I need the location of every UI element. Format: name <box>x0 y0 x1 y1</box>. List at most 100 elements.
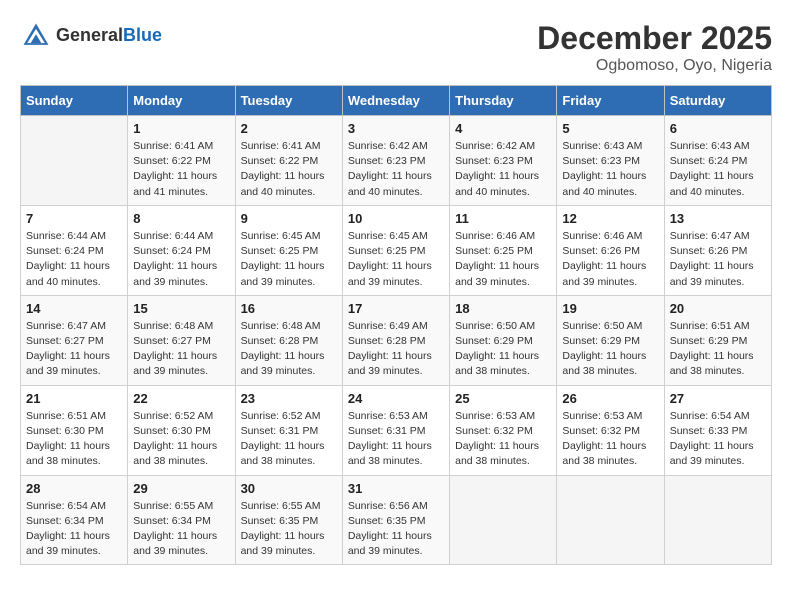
week-row-5: 28 Sunrise: 6:54 AM Sunset: 6:34 PM Dayli… <box>21 475 772 565</box>
day-number: 11 <box>455 211 551 226</box>
cell-info: Sunrise: 6:43 AM Sunset: 6:24 PM Dayligh… <box>670 139 766 200</box>
cell-info: Sunrise: 6:45 AM Sunset: 6:25 PM Dayligh… <box>348 229 444 290</box>
cell-info: Sunrise: 6:41 AM Sunset: 6:22 PM Dayligh… <box>241 139 337 200</box>
calendar-cell: 31Sunrise: 6:56 AM Sunset: 6:35 PM Dayli… <box>342 475 449 565</box>
cell-info: Sunrise: 6:54 AM Sunset: 6:33 PM Dayligh… <box>670 409 766 470</box>
day-number: 18 <box>455 301 551 316</box>
day-number: 5 <box>562 121 658 136</box>
location: Ogbomoso, Oyo, Nigeria <box>537 57 772 75</box>
cell-info: Sunrise: 6:52 AM Sunset: 6:31 PM Dayligh… <box>241 409 337 470</box>
calendar-cell: 11 Sunrise: 6:46 AM Sunset: 6:25 PM Dayli… <box>450 205 557 295</box>
calendar-cell: 19 Sunrise: 6:50 AM Sunset: 6:29 PM Dayli… <box>557 295 664 385</box>
week-row-4: 21 Sunrise: 6:51 AM Sunset: 6:30 PM Dayli… <box>21 385 772 475</box>
cell-info: Sunrise: 6:42 AM Sunset: 6:23 PM Dayligh… <box>455 139 551 200</box>
calendar-cell: 25 Sunrise: 6:53 AM Sunset: 6:32 PM Dayli… <box>450 385 557 475</box>
day-number: 23 <box>241 391 337 406</box>
page-header: GeneralBlue December 2025 Ogbomoso, Oyo,… <box>20 20 772 75</box>
logo-text: GeneralBlue <box>56 26 162 46</box>
calendar-cell: 10 Sunrise: 6:45 AM Sunset: 6:25 PM Dayli… <box>342 205 449 295</box>
day-number: 30 <box>241 481 337 496</box>
calendar-cell: 28 Sunrise: 6:54 AM Sunset: 6:34 PM Dayli… <box>21 475 128 565</box>
calendar-cell: 20Sunrise: 6:51 AM Sunset: 6:29 PM Dayli… <box>664 295 771 385</box>
day-number: 3 <box>348 121 444 136</box>
calendar-cell: 18 Sunrise: 6:50 AM Sunset: 6:29 PM Dayli… <box>450 295 557 385</box>
day-number: 27 <box>670 391 766 406</box>
calendar-cell: 24Sunrise: 6:53 AM Sunset: 6:31 PM Dayli… <box>342 385 449 475</box>
calendar-cell: 29Sunrise: 6:55 AM Sunset: 6:34 PM Dayli… <box>128 475 235 565</box>
calendar-cell: 2Sunrise: 6:41 AM Sunset: 6:22 PM Daylig… <box>235 116 342 206</box>
calendar-cell: 23 Sunrise: 6:52 AM Sunset: 6:31 PM Dayli… <box>235 385 342 475</box>
calendar-cell: 27 Sunrise: 6:54 AM Sunset: 6:33 PM Dayli… <box>664 385 771 475</box>
header-row: SundayMondayTuesdayWednesdayThursdayFrid… <box>21 86 772 116</box>
logo-blue: Blue <box>123 25 162 45</box>
cell-info: Sunrise: 6:41 AM Sunset: 6:22 PM Dayligh… <box>133 139 229 200</box>
calendar-cell: 30 Sunrise: 6:55 AM Sunset: 6:35 PM Dayli… <box>235 475 342 565</box>
cell-info: Sunrise: 6:53 AM Sunset: 6:32 PM Dayligh… <box>455 409 551 470</box>
day-number: 29 <box>133 481 229 496</box>
cell-info: Sunrise: 6:47 AM Sunset: 6:27 PM Dayligh… <box>26 319 122 380</box>
calendar-cell: 15 Sunrise: 6:48 AM Sunset: 6:27 PM Dayli… <box>128 295 235 385</box>
cell-info: Sunrise: 6:54 AM Sunset: 6:34 PM Dayligh… <box>26 499 122 560</box>
cell-info: Sunrise: 6:43 AM Sunset: 6:23 PM Dayligh… <box>562 139 658 200</box>
day-number: 8 <box>133 211 229 226</box>
cell-info: Sunrise: 6:47 AM Sunset: 6:26 PM Dayligh… <box>670 229 766 290</box>
day-number: 28 <box>26 481 122 496</box>
calendar-cell: 5 Sunrise: 6:43 AM Sunset: 6:23 PM Daylig… <box>557 116 664 206</box>
cell-info: Sunrise: 6:53 AM Sunset: 6:31 PM Dayligh… <box>348 409 444 470</box>
day-number: 4 <box>455 121 551 136</box>
day-number: 14 <box>26 301 122 316</box>
cell-info: Sunrise: 6:51 AM Sunset: 6:30 PM Dayligh… <box>26 409 122 470</box>
calendar-cell: 16Sunrise: 6:48 AM Sunset: 6:28 PM Dayli… <box>235 295 342 385</box>
day-number: 12 <box>562 211 658 226</box>
day-number: 25 <box>455 391 551 406</box>
calendar-cell: 22Sunrise: 6:52 AM Sunset: 6:30 PM Dayli… <box>128 385 235 475</box>
week-row-3: 14 Sunrise: 6:47 AM Sunset: 6:27 PM Dayli… <box>21 295 772 385</box>
cell-info: Sunrise: 6:49 AM Sunset: 6:28 PM Dayligh… <box>348 319 444 380</box>
calendar-table: SundayMondayTuesdayWednesdayThursdayFrid… <box>20 85 772 565</box>
day-number: 9 <box>241 211 337 226</box>
cell-info: Sunrise: 6:46 AM Sunset: 6:25 PM Dayligh… <box>455 229 551 290</box>
cell-info: Sunrise: 6:50 AM Sunset: 6:29 PM Dayligh… <box>455 319 551 380</box>
cell-info: Sunrise: 6:56 AM Sunset: 6:35 PM Dayligh… <box>348 499 444 560</box>
day-number: 13 <box>670 211 766 226</box>
calendar-cell: 26 Sunrise: 6:53 AM Sunset: 6:32 PM Dayli… <box>557 385 664 475</box>
day-number: 7 <box>26 211 122 226</box>
title-block: December 2025 Ogbomoso, Oyo, Nigeria <box>537 20 772 75</box>
logo: GeneralBlue <box>20 20 162 52</box>
calendar-cell: 17 Sunrise: 6:49 AM Sunset: 6:28 PM Dayli… <box>342 295 449 385</box>
header-sunday: Sunday <box>21 86 128 116</box>
calendar-cell: 21 Sunrise: 6:51 AM Sunset: 6:30 PM Dayli… <box>21 385 128 475</box>
day-number: 17 <box>348 301 444 316</box>
day-number: 21 <box>26 391 122 406</box>
day-number: 19 <box>562 301 658 316</box>
calendar-cell: 7 Sunrise: 6:44 AM Sunset: 6:24 PM Daylig… <box>21 205 128 295</box>
cell-info: Sunrise: 6:48 AM Sunset: 6:27 PM Dayligh… <box>133 319 229 380</box>
calendar-cell <box>21 116 128 206</box>
calendar-cell: 12Sunrise: 6:46 AM Sunset: 6:26 PM Dayli… <box>557 205 664 295</box>
cell-info: Sunrise: 6:50 AM Sunset: 6:29 PM Dayligh… <box>562 319 658 380</box>
month-year: December 2025 <box>537 20 772 57</box>
day-number: 20 <box>670 301 766 316</box>
day-number: 10 <box>348 211 444 226</box>
cell-info: Sunrise: 6:48 AM Sunset: 6:28 PM Dayligh… <box>241 319 337 380</box>
header-friday: Friday <box>557 86 664 116</box>
calendar-cell <box>664 475 771 565</box>
day-number: 1 <box>133 121 229 136</box>
cell-info: Sunrise: 6:53 AM Sunset: 6:32 PM Dayligh… <box>562 409 658 470</box>
logo-general: General <box>56 25 123 45</box>
calendar-cell: 8Sunrise: 6:44 AM Sunset: 6:24 PM Daylig… <box>128 205 235 295</box>
cell-info: Sunrise: 6:45 AM Sunset: 6:25 PM Dayligh… <box>241 229 337 290</box>
day-number: 15 <box>133 301 229 316</box>
calendar-cell: 1 Sunrise: 6:41 AM Sunset: 6:22 PM Daylig… <box>128 116 235 206</box>
cell-info: Sunrise: 6:44 AM Sunset: 6:24 PM Dayligh… <box>26 229 122 290</box>
calendar-cell: 14 Sunrise: 6:47 AM Sunset: 6:27 PM Dayli… <box>21 295 128 385</box>
calendar-cell: 9 Sunrise: 6:45 AM Sunset: 6:25 PM Daylig… <box>235 205 342 295</box>
calendar-cell <box>557 475 664 565</box>
day-number: 22 <box>133 391 229 406</box>
cell-info: Sunrise: 6:55 AM Sunset: 6:35 PM Dayligh… <box>241 499 337 560</box>
header-tuesday: Tuesday <box>235 86 342 116</box>
calendar-cell: 13 Sunrise: 6:47 AM Sunset: 6:26 PM Dayli… <box>664 205 771 295</box>
week-row-1: 1 Sunrise: 6:41 AM Sunset: 6:22 PM Daylig… <box>21 116 772 206</box>
day-number: 26 <box>562 391 658 406</box>
header-monday: Monday <box>128 86 235 116</box>
